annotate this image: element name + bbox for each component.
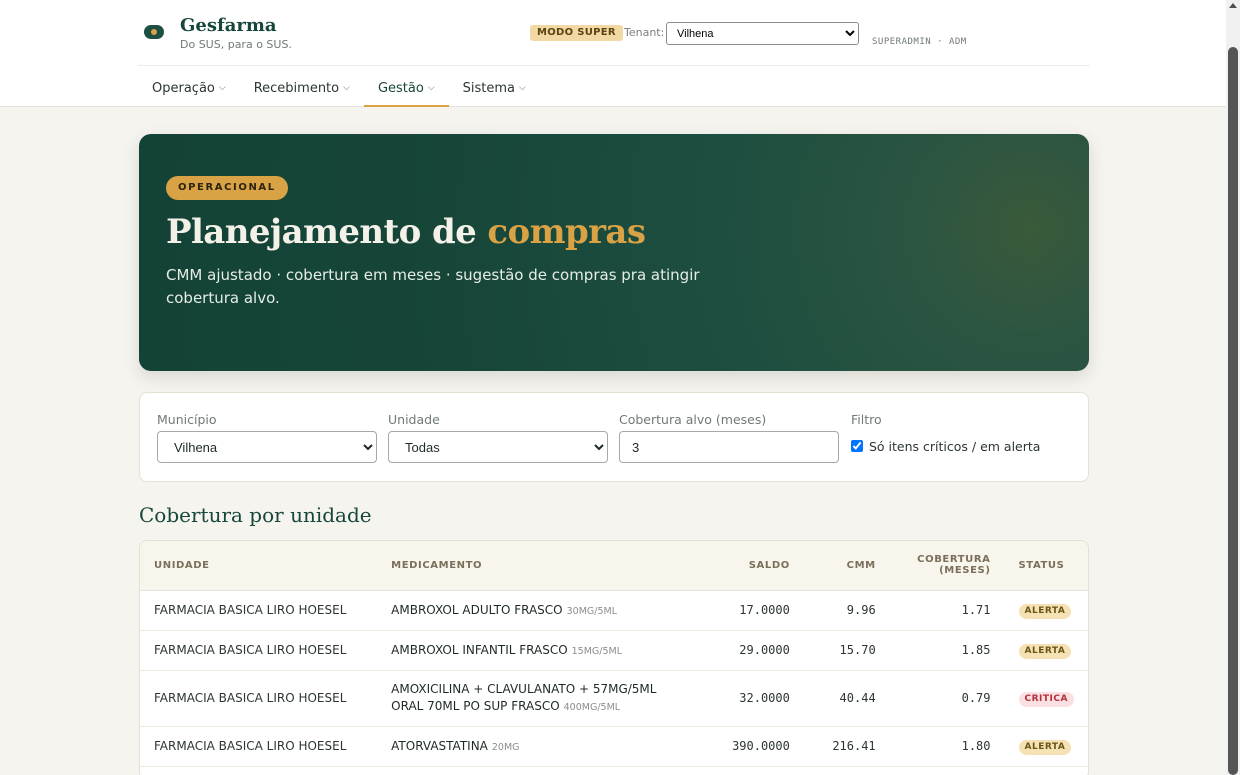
- scroll-up-arrow-icon[interactable]: [1229, 3, 1237, 8]
- status-badge: CRITICA: [1018, 691, 1074, 707]
- header-top-bar: Gesfarma Do SUS, para o SUS. MODO SUPER …: [138, 0, 1090, 66]
- medicamento-dose: 400MG/5ML: [563, 702, 621, 713]
- hero-badge: OPERACIONAL: [166, 176, 288, 200]
- nav-item-operacao[interactable]: Operação ⌵: [138, 70, 240, 106]
- chevron-down-icon: ⌵: [343, 83, 350, 93]
- page-scrollbar[interactable]: [1226, 0, 1240, 775]
- cell-cmm: 9.96: [803, 590, 890, 631]
- cell-saldo: 17.0000: [691, 590, 804, 631]
- nav-item-label: Gestão: [377, 80, 424, 96]
- medicamento-name: AMBROXOL INFANTIL FRASCO: [391, 642, 568, 657]
- col-header-medicamento[interactable]: MEDICAMENTO: [377, 541, 692, 591]
- cell-empty: [691, 766, 804, 775]
- cell-medicamento: AMBROXOL INFANTIL FRASCO 15MG/5ML: [377, 630, 692, 671]
- brand-tagline: Do SUS, para o SUS.: [180, 38, 292, 51]
- user-info[interactable]: SUPERADMIN · ADM: [872, 37, 966, 47]
- col-header-cobertura-line1: COBERTURA: [917, 554, 991, 566]
- municipio-select[interactable]: Vilhena: [157, 431, 377, 463]
- col-header-cmm[interactable]: CMM: [803, 541, 890, 591]
- table-row[interactable]: [140, 766, 1088, 775]
- cobertura-input[interactable]: [619, 431, 839, 463]
- nav-item-gestao[interactable]: Gestão ⌵: [363, 70, 449, 107]
- cell-empty: [803, 766, 890, 775]
- cell-saldo: 390.0000: [691, 726, 804, 767]
- cell-cmm: 216.41: [803, 726, 890, 767]
- cell-status: ALERTA: [1004, 630, 1088, 671]
- table-row[interactable]: FARMACIA BASICA LIRO HOESEL ATORVASTATIN…: [140, 726, 1088, 767]
- criticos-checkbox[interactable]: [851, 440, 863, 452]
- col-header-status[interactable]: STATUS: [1004, 541, 1088, 591]
- cobertura-table: UNIDADE MEDICAMENTO SALDO CMM COBERTURA(…: [139, 540, 1089, 775]
- main-nav: Operação ⌵ Recebimento ⌵ Gestão ⌵ Sistem…: [138, 70, 540, 107]
- unidade-select[interactable]: Todas: [388, 431, 608, 463]
- col-header-unidade[interactable]: UNIDADE: [140, 541, 378, 591]
- medicamento-dose: 30MG/5ML: [566, 605, 618, 617]
- logo-icon: [144, 25, 164, 39]
- nav-item-label: Sistema: [462, 80, 516, 96]
- status-badge: ALERTA: [1018, 603, 1072, 619]
- cell-cobertura: 1.80: [889, 726, 1005, 767]
- medicamento-dose: 15MG/5ML: [571, 645, 623, 657]
- status-badge: ALERTA: [1018, 739, 1072, 755]
- cell-status: ALERTA: [1004, 590, 1088, 631]
- cell-empty: [1004, 766, 1088, 775]
- app-header: Gesfarma Do SUS, para o SUS. MODO SUPER …: [0, 0, 1226, 107]
- cell-empty: [377, 766, 692, 775]
- col-header-saldo[interactable]: SALDO: [691, 541, 804, 591]
- cell-unidade: FARMACIA BASICA LIRO HOESEL: [140, 726, 378, 767]
- table-row[interactable]: FARMACIA BASICA LIRO HOESEL AMBROXOL INF…: [140, 630, 1088, 671]
- cell-saldo: 29.0000: [691, 630, 804, 671]
- cell-empty: [140, 766, 378, 775]
- cell-status: ALERTA: [1004, 726, 1088, 767]
- table-row[interactable]: FARMACIA BASICA LIRO HOESEL AMOXICILINA …: [140, 670, 1088, 727]
- cell-unidade: FARMACIA BASICA LIRO HOESEL: [140, 630, 378, 671]
- medicamento-dose: 20MG: [491, 741, 520, 753]
- cell-status: CRITICA: [1004, 670, 1088, 727]
- hero-banner: OPERACIONAL Planejamento de compras CMM …: [139, 134, 1089, 371]
- nav-item-label: Operação: [152, 80, 215, 96]
- filtro-label: Filtro: [851, 412, 882, 427]
- filters-panel: Município Vilhena Unidade Todas Cobertur…: [139, 392, 1089, 482]
- mode-badge: MODO SUPER: [530, 25, 623, 41]
- cell-cobertura: 1.71: [889, 590, 1005, 631]
- tenant-label: Tenant:: [624, 26, 665, 39]
- cell-cmm: 40.44: [803, 670, 890, 727]
- cell-medicamento: ATORVASTATINA 20MG: [377, 726, 692, 767]
- cell-cobertura: 1.85: [889, 630, 1005, 671]
- page-title-main: Planejamento de: [166, 212, 488, 252]
- cell-cmm: 15.70: [803, 630, 890, 671]
- cell-medicamento: AMOXICILINA + CLAVULANATO + 57MG/5ML ORA…: [377, 670, 692, 727]
- table-header-row: UNIDADE MEDICAMENTO SALDO CMM COBERTURA(…: [140, 541, 1088, 591]
- cell-cobertura: 0.79: [889, 670, 1005, 727]
- medicamento-name: AMBROXOL ADULTO FRASCO: [391, 602, 563, 617]
- cell-unidade: FARMACIA BASICA LIRO HOESEL: [140, 670, 378, 727]
- page-title-accent: compras: [487, 212, 646, 252]
- chevron-down-icon: ⌵: [519, 83, 526, 93]
- tenant-select[interactable]: Vilhena: [666, 22, 859, 45]
- table-row[interactable]: FARMACIA BASICA LIRO HOESEL AMBROXOL ADU…: [140, 590, 1088, 631]
- page-title: Planejamento de compras: [166, 212, 646, 252]
- section-title: Cobertura por unidade: [139, 503, 372, 527]
- nav-item-label: Recebimento: [253, 80, 340, 96]
- scrollbar-thumb[interactable]: [1228, 47, 1238, 775]
- status-badge: ALERTA: [1018, 643, 1072, 659]
- cell-empty: [889, 766, 1005, 775]
- col-header-cobertura-line2: (MESES): [939, 565, 991, 577]
- cobertura-label: Cobertura alvo (meses): [619, 412, 767, 427]
- municipio-label: Município: [157, 412, 217, 427]
- brand-name[interactable]: Gesfarma: [180, 15, 277, 36]
- criticos-checkbox-label[interactable]: Só itens críticos / em alerta: [869, 439, 1040, 454]
- page-subtitle: CMM ajustado · cobertura em meses · suge…: [166, 266, 700, 307]
- nav-item-recebimento[interactable]: Recebimento ⌵: [240, 70, 364, 106]
- unidade-label: Unidade: [388, 412, 440, 427]
- cell-medicamento: AMBROXOL ADULTO FRASCO 30MG/5ML: [377, 590, 692, 631]
- nav-item-sistema[interactable]: Sistema ⌵: [449, 70, 540, 106]
- col-header-cobertura[interactable]: COBERTURA (MESES): [889, 541, 1005, 591]
- medicamento-name: ATORVASTATINA: [391, 738, 488, 753]
- cell-saldo: 32.0000: [691, 670, 804, 727]
- chevron-down-icon: ⌵: [427, 83, 435, 93]
- chevron-down-icon: ⌵: [218, 83, 226, 93]
- cell-unidade: FARMACIA BASICA LIRO HOESEL: [140, 590, 378, 631]
